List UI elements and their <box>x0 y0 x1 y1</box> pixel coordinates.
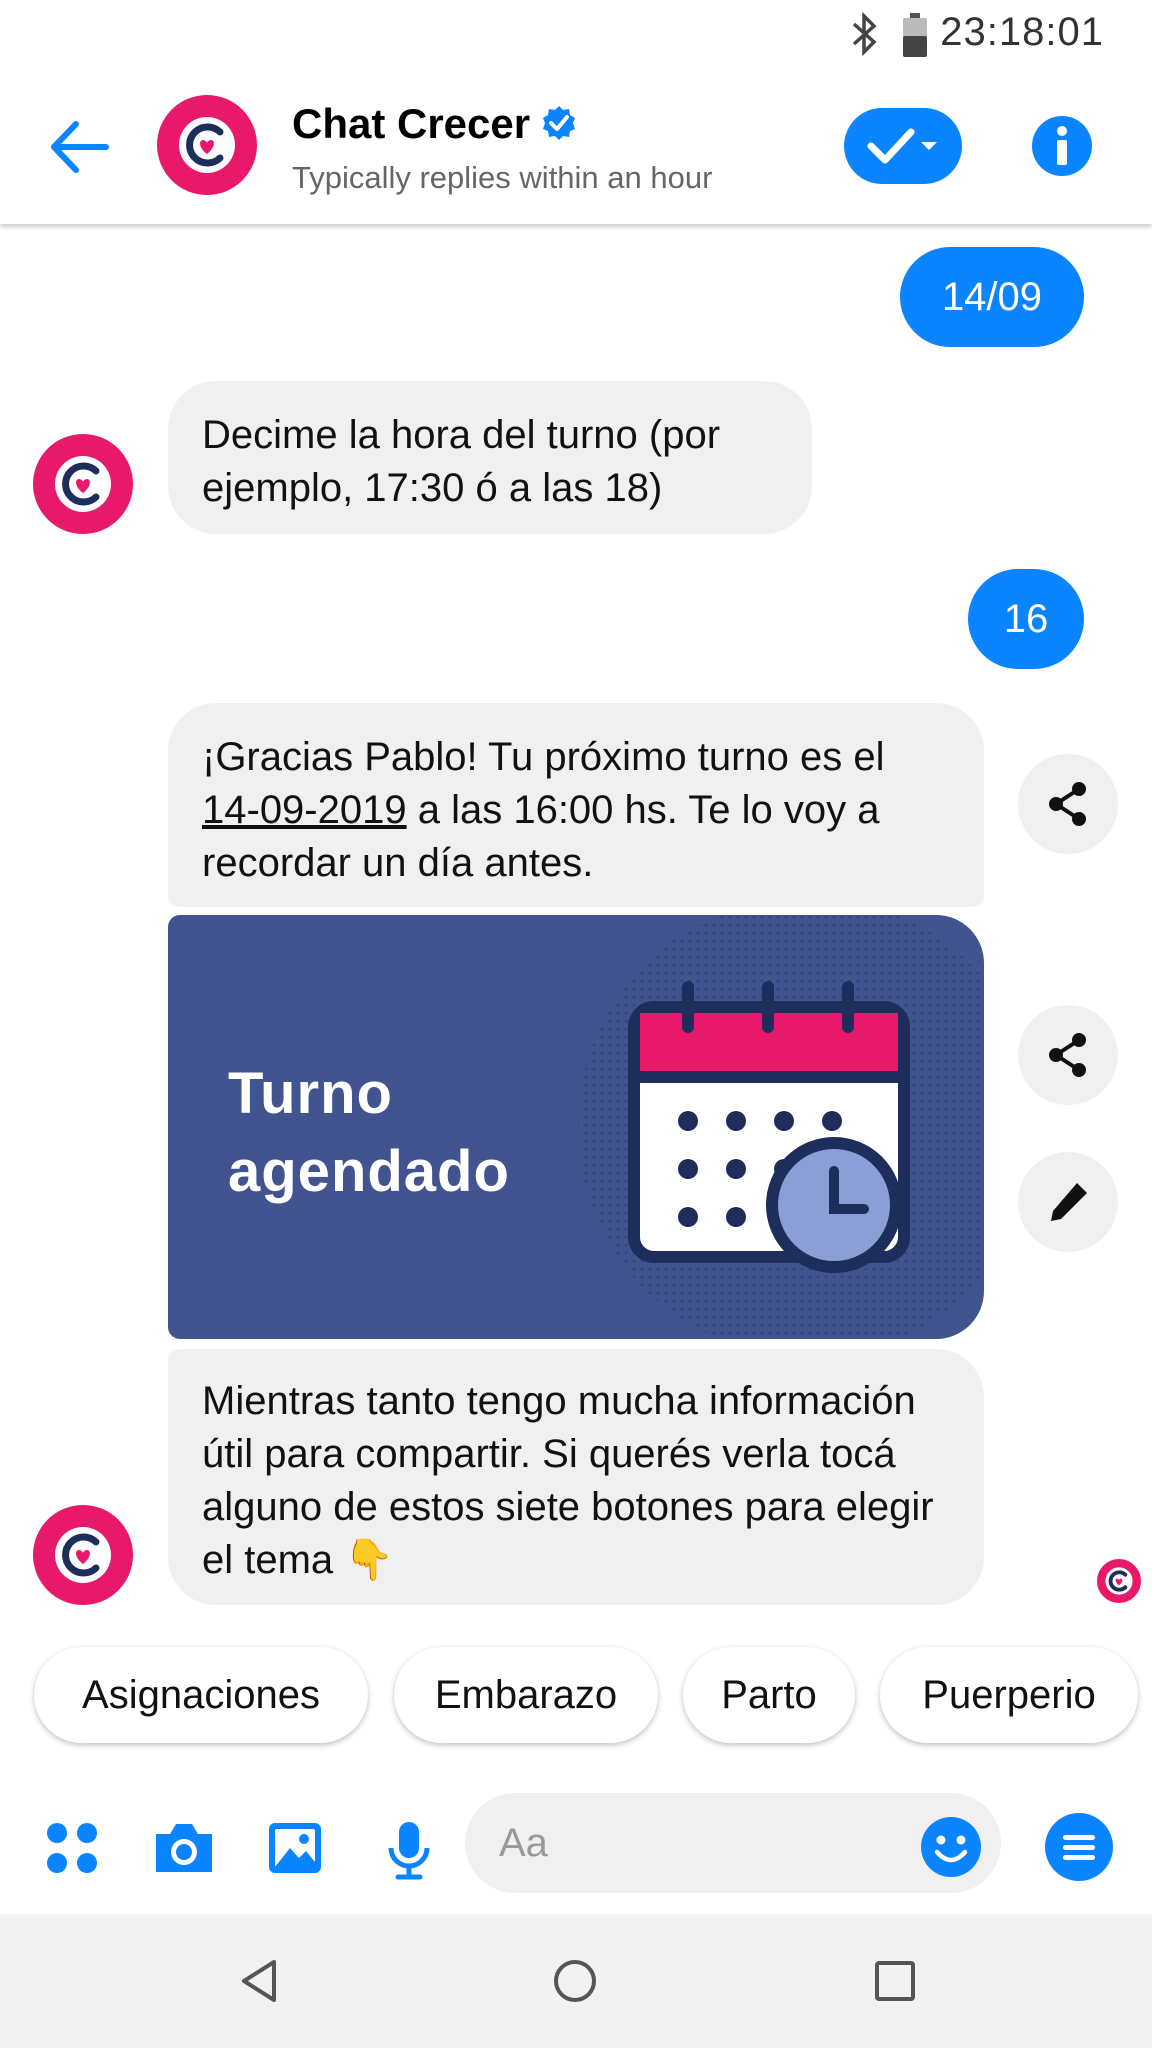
verified-badge-icon <box>540 104 578 147</box>
response-time-subtitle: Typically replies within an hour <box>292 160 713 195</box>
info-icon[interactable] <box>1030 114 1094 183</box>
edit-button[interactable] <box>1018 1152 1118 1252</box>
crecer-logo-icon <box>179 117 235 173</box>
bluetooth-icon <box>850 11 880 61</box>
message-text: ¡Gracias Pablo! Tu próximo turno es el <box>202 735 885 779</box>
appointment-card[interactable]: Turno agendado <box>168 915 984 1339</box>
calendar-clock-icon <box>628 981 910 1273</box>
clock-time: 23:18:01 <box>940 10 1104 54</box>
menu-icon[interactable] <box>1044 1812 1114 1887</box>
quick-reply-asignaciones[interactable]: Asignaciones <box>34 1647 368 1743</box>
pencil-icon <box>1051 1183 1087 1221</box>
emoji-icon[interactable] <box>920 1816 982 1883</box>
outgoing-message[interactable]: 14/09 <box>900 247 1084 347</box>
apps-icon[interactable] <box>44 1820 100 1881</box>
subscription-menu-button[interactable] <box>844 108 962 184</box>
outgoing-message[interactable]: 16 <box>968 569 1084 669</box>
image-icon[interactable] <box>266 1820 324 1881</box>
system-navigation-bar <box>0 1914 1152 2048</box>
date-link[interactable]: 14-09-2019 <box>202 788 407 832</box>
crecer-logo-icon <box>55 456 111 512</box>
chat-title: Chat Crecer <box>292 100 531 147</box>
chat-avatar[interactable] <box>157 95 257 195</box>
sender-avatar[interactable] <box>33 434 133 534</box>
camera-icon[interactable] <box>150 1820 218 1881</box>
status-bar: 23:18:01 <box>0 0 1152 70</box>
share-button[interactable] <box>1018 1005 1118 1105</box>
crecer-logo-icon <box>1105 1567 1133 1595</box>
sender-avatar[interactable] <box>33 1505 133 1605</box>
microphone-icon[interactable] <box>384 1820 434 1885</box>
check-dropdown-icon <box>867 128 937 164</box>
share-icon <box>1049 782 1086 826</box>
read-receipt-avatar <box>1095 1557 1143 1605</box>
share-button[interactable] <box>1018 754 1118 854</box>
incoming-message[interactable]: Mientras tanto tengo mucha información ú… <box>168 1349 984 1605</box>
nav-back-icon[interactable] <box>234 1956 284 2011</box>
chat-header: Chat Crecer Typically replies within an … <box>0 70 1152 224</box>
message-composer <box>0 1780 1152 1914</box>
incoming-message[interactable]: ¡Gracias Pablo! Tu próximo turno es el 1… <box>168 703 984 907</box>
message-text: Mientras tanto tengo mucha información ú… <box>202 1379 934 1582</box>
back-arrow-icon[interactable] <box>46 114 112 185</box>
pointing-down-emoji: 👇 <box>344 1538 395 1582</box>
quick-reply-parto[interactable]: Parto <box>683 1647 855 1743</box>
quick-reply-puerperio[interactable]: Puerperio <box>880 1647 1138 1743</box>
quick-reply-embarazo[interactable]: Embarazo <box>394 1647 658 1743</box>
nav-recent-apps-icon[interactable] <box>872 1958 918 2009</box>
card-title: Turno agendado <box>228 1061 510 1204</box>
crecer-logo-icon <box>55 1527 111 1583</box>
nav-home-icon[interactable] <box>550 1956 600 2011</box>
share-icon <box>1049 1033 1086 1077</box>
incoming-message[interactable]: Decime la hora del turno (por ejemplo, 1… <box>168 381 812 534</box>
battery-icon <box>900 12 930 63</box>
